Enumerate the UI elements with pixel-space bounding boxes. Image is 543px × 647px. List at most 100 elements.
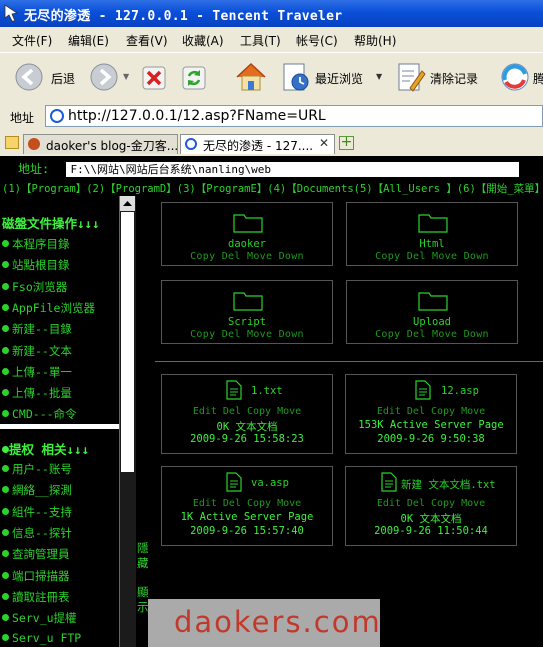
sidebar-link[interactable]: 組件--支持 xyxy=(2,504,72,520)
sidebar-link-label[interactable]: 端口掃描器 xyxy=(12,569,70,583)
file-card[interactable]: 12.asp Edit Del Copy Move 153K Active Serv… xyxy=(345,374,517,454)
menu-view[interactable]: 查看(V) xyxy=(126,32,168,49)
sidebar-link[interactable]: CMD---命令 xyxy=(2,406,77,422)
folder-card[interactable]: Script Copy Del Move Down xyxy=(161,280,333,344)
sidebar-link-label[interactable]: Serv_u提權 xyxy=(12,611,77,625)
folder-name[interactable]: Html xyxy=(347,238,517,250)
sidebar-link-label[interactable]: 信息--探针 xyxy=(12,526,72,540)
recent-dropdown-icon[interactable]: ▼ xyxy=(376,72,382,81)
menu-account[interactable]: 帐号(C) xyxy=(296,32,338,49)
sidebar-link-label[interactable]: 網絡__探測 xyxy=(12,483,72,497)
sidebar-link[interactable]: 端口掃描器 xyxy=(2,568,70,584)
sidebar-link[interactable]: Serv_u FTP xyxy=(2,631,81,645)
sidebar-link-label[interactable]: 組件--支持 xyxy=(12,505,72,519)
folder-card[interactable]: daoker Copy Del Move Down xyxy=(161,202,333,266)
sidebar-link-label[interactable]: Fso浏览器 xyxy=(12,280,67,294)
clear-history-label[interactable]: 清除记录 xyxy=(430,70,478,87)
sidebar-link-label[interactable]: 本程序目錄 xyxy=(12,237,70,251)
sidebar-scrollbar[interactable] xyxy=(119,196,136,647)
url-text[interactable]: http://127.0.0.1/12.asp?FName=URL xyxy=(68,108,326,124)
watermark-text: daokers.com xyxy=(174,605,382,639)
menu-tools[interactable]: 工具(T) xyxy=(240,32,281,49)
tab-daoker-blog[interactable]: daoker's blog-金刀客... xyxy=(23,134,178,154)
sidebar-link-label[interactable]: 站點根目錄 xyxy=(12,258,70,272)
file-actions[interactable]: Edit Del Copy Move xyxy=(346,406,516,417)
file-card[interactable]: 新建 文本文档.txt Edit Del Copy Move 0K 文本文档 2009… xyxy=(345,466,517,546)
folder-actions[interactable]: Copy Del Move Down xyxy=(162,329,332,340)
folder-actions[interactable]: Copy Del Move Down xyxy=(162,251,332,262)
sidebar-link[interactable]: Fso浏览器 xyxy=(2,279,67,295)
file-actions[interactable]: Edit Del Copy Move xyxy=(162,406,332,417)
recent-history-icon[interactable] xyxy=(281,61,311,93)
menu-file[interactable]: 文件(F) xyxy=(12,32,52,49)
folder-name[interactable]: daoker xyxy=(162,238,332,250)
sidebar-link[interactable]: 新建--文本 xyxy=(2,343,72,359)
forward-dropdown-icon[interactable]: ▼ xyxy=(123,72,129,81)
clear-history-icon[interactable] xyxy=(396,61,426,93)
sidebar-link-label[interactable]: 讀取註冊表 xyxy=(12,590,70,604)
sidebar-link-label[interactable]: 上傳--單一 xyxy=(12,365,72,379)
sidebar-link-label[interactable]: AppFile浏览器 xyxy=(12,301,95,315)
folder-name[interactable]: Script xyxy=(162,316,332,328)
scroll-thumb[interactable] xyxy=(121,212,134,472)
scroll-up-arrow-icon[interactable] xyxy=(120,196,135,211)
stop-icon[interactable] xyxy=(141,65,167,91)
home-icon[interactable] xyxy=(233,59,269,95)
refresh-icon[interactable] xyxy=(181,65,207,91)
sidebar-link[interactable]: 網絡__探測 xyxy=(2,482,72,498)
ie-page-icon xyxy=(185,138,197,150)
folder-actions[interactable]: Copy Del Move Down xyxy=(347,329,517,340)
sidebar-link[interactable]: 上傳--單一 xyxy=(2,364,72,380)
file-name[interactable]: va.asp xyxy=(251,477,289,489)
sidebar-link-label[interactable]: 新建--目錄 xyxy=(12,322,72,336)
sidebar-link-label[interactable]: 上傳--批量 xyxy=(12,386,72,400)
back-arrow-icon[interactable] xyxy=(14,62,44,92)
recent-browse-label[interactable]: 最近浏览 xyxy=(315,70,363,87)
quick-folder-links[interactable]: (1)【Program】(2)【ProgramD】(3)【ProgramE】(4… xyxy=(2,181,543,196)
file-actions[interactable]: Edit Del Copy Move xyxy=(162,498,332,509)
sidebar-link-label[interactable]: 新建--文本 xyxy=(12,344,72,358)
file-actions[interactable]: Edit Del Copy Move xyxy=(346,498,516,509)
folder-actions[interactable]: Copy Del Move Down xyxy=(347,251,517,262)
menu-edit[interactable]: 编辑(E) xyxy=(68,32,109,49)
file-name[interactable]: 新建 文本文档.txt xyxy=(401,477,496,492)
tencent-extension-icon[interactable] xyxy=(500,62,530,92)
sidebar-link[interactable]: 信息--探针 xyxy=(2,525,72,541)
hide-label[interactable]: 隱藏 xyxy=(137,541,151,571)
bullet-icon xyxy=(2,325,9,333)
file-card[interactable]: va.asp Edit Del Copy Move 1K Active Server… xyxy=(161,466,333,546)
back-button-label[interactable]: 后退 xyxy=(51,70,75,87)
new-tab-icon[interactable]: + xyxy=(339,135,354,150)
sidebar-link[interactable]: 站點根目錄 xyxy=(2,257,70,273)
forward-arrow-icon[interactable] xyxy=(89,62,119,92)
sidebar-divider xyxy=(0,424,119,429)
file-card[interactable]: 1.txt Edit Del Copy Move 0K 文本文档 2009-9-26 … xyxy=(161,374,333,454)
sidebar-link-label[interactable]: 用户--账号 xyxy=(12,462,72,476)
url-input[interactable]: http://127.0.0.1/12.asp?FName=URL xyxy=(45,105,543,127)
file-name[interactable]: 12.asp xyxy=(441,385,479,397)
extra-button-label[interactable]: 腾 xyxy=(533,70,543,87)
folder-name[interactable]: Upload xyxy=(347,316,517,328)
sidebar-link[interactable]: 上傳--批量 xyxy=(2,385,72,401)
sidebar-link[interactable]: Serv_u提權 xyxy=(2,610,77,626)
menu-favorites[interactable]: 收藏(A) xyxy=(182,32,224,49)
menu-help[interactable]: 帮助(H) xyxy=(354,32,396,49)
favorites-star-icon[interactable] xyxy=(5,136,19,149)
file-name[interactable]: 1.txt xyxy=(251,385,283,397)
close-tab-icon[interactable]: ✕ xyxy=(319,136,329,150)
folder-card[interactable]: Upload Copy Del Move Down xyxy=(346,280,518,344)
path-input[interactable]: F:\\网站\网站后台系统\nanling\web xyxy=(66,162,520,177)
sidebar-link-label[interactable]: 查詢管理員 xyxy=(12,547,70,561)
sidebar-link[interactable]: 本程序目錄 xyxy=(2,236,70,252)
sidebar-link-label[interactable]: CMD---命令 xyxy=(12,407,77,421)
sidebar-link[interactable]: 新建--目錄 xyxy=(2,321,72,337)
app-logo-icon xyxy=(4,4,19,22)
sidebar-link[interactable]: 查詢管理員 xyxy=(2,546,70,562)
sidebar-link[interactable]: 讀取註冊表 xyxy=(2,589,70,605)
folder-icon xyxy=(233,214,263,233)
folder-card[interactable]: Html Copy Del Move Down xyxy=(346,202,518,266)
sidebar-link[interactable]: 用户--账号 xyxy=(2,461,72,477)
tab-current-page[interactable]: 无尽的渗透 - 127.... ✕ xyxy=(180,134,335,154)
sidebar-link-label[interactable]: Serv_u FTP xyxy=(12,631,81,645)
sidebar-link[interactable]: AppFile浏览器 xyxy=(2,300,95,316)
